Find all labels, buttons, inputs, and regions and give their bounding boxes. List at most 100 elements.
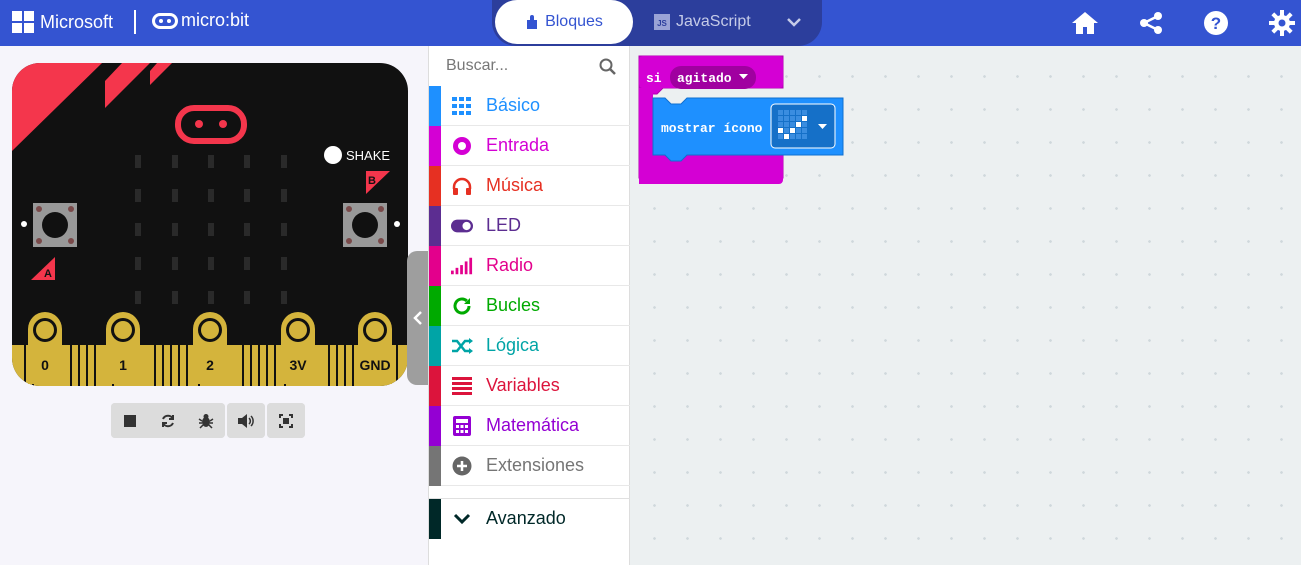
simulator-extra bbox=[227, 403, 265, 438]
category-color-bar bbox=[429, 165, 441, 206]
category-logic[interactable]: Lógica bbox=[429, 325, 630, 366]
category-label: Lógica bbox=[486, 335, 540, 355]
microbit-board[interactable]: 0 1 2 3V GND A B SHAKE bbox=[12, 63, 408, 386]
category-label: Música bbox=[486, 175, 544, 195]
category-color-bar bbox=[429, 125, 441, 166]
share-icon bbox=[1140, 12, 1162, 34]
chevron-down-icon bbox=[787, 18, 801, 27]
collapse-simulator-button[interactable] bbox=[407, 251, 429, 385]
gesture-dropdown[interactable]: agitado bbox=[670, 66, 756, 89]
language-dropdown-button[interactable] bbox=[768, 0, 820, 44]
category-color-bar bbox=[429, 365, 441, 406]
shuffle-icon bbox=[451, 335, 473, 357]
pin-1-label: 1 bbox=[119, 357, 127, 373]
icon-preview-led-grid bbox=[778, 110, 807, 139]
tab-javascript-label: JavaScript bbox=[676, 13, 751, 30]
pin-gnd[interactable]: GND bbox=[358, 312, 392, 384]
home-button[interactable] bbox=[1070, 8, 1100, 38]
chevron-down-icon bbox=[451, 508, 473, 530]
category-basic[interactable]: Básico bbox=[429, 85, 630, 126]
tab-javascript[interactable]: JS JavaScript bbox=[654, 0, 751, 44]
category-color-bar bbox=[429, 205, 441, 246]
microbit-logo[interactable]: micro:bit bbox=[152, 10, 249, 31]
search-input[interactable] bbox=[446, 57, 606, 75]
javascript-icon: JS bbox=[654, 14, 670, 30]
grid-icon bbox=[451, 95, 473, 117]
category-advanced[interactable]: Avanzado bbox=[429, 498, 630, 539]
show-icon-block[interactable]: mostrar ícono bbox=[652, 97, 844, 162]
shake-button[interactable]: SHAKE bbox=[324, 146, 390, 164]
refresh-icon bbox=[162, 414, 174, 427]
category-label: Básico bbox=[486, 95, 541, 115]
show-icon-label: mostrar ícono bbox=[661, 121, 763, 136]
simulator-toolbar bbox=[111, 403, 305, 438]
block-stack: si agitado mostrar ícono bbox=[638, 55, 844, 184]
category-label: LED bbox=[486, 215, 522, 235]
signal-bars-icon bbox=[451, 255, 473, 277]
calculator-icon bbox=[451, 415, 473, 437]
pin-2[interactable]: 2 bbox=[193, 312, 227, 384]
pin-0[interactable]: 0 bbox=[28, 312, 62, 384]
category-label: Entrada bbox=[486, 135, 550, 155]
block-keyword-si: si bbox=[646, 71, 662, 86]
search-icon[interactable] bbox=[599, 58, 616, 75]
button-a-label: A bbox=[44, 268, 52, 280]
circle-dot-icon bbox=[451, 135, 473, 157]
category-input[interactable]: Entrada bbox=[429, 125, 630, 166]
toggle-icon bbox=[451, 215, 473, 237]
microbit-label: micro:bit bbox=[181, 10, 250, 30]
microsoft-label: Microsoft bbox=[40, 11, 114, 32]
microsoft-squares-icon bbox=[12, 11, 34, 33]
pin-3v[interactable]: 3V bbox=[281, 312, 315, 384]
fullscreen-button[interactable] bbox=[267, 403, 305, 438]
stop-button[interactable] bbox=[111, 403, 149, 438]
category-extensions[interactable]: Extensiones bbox=[429, 445, 630, 486]
pin-3v-label: 3V bbox=[289, 357, 307, 373]
share-button[interactable] bbox=[1136, 8, 1166, 38]
gear-icon bbox=[1269, 10, 1295, 36]
top-bar: Microsoft micro:bit Bloques JS JavaScrip… bbox=[0, 0, 1301, 46]
gesture-dropdown-value: agitado bbox=[677, 71, 732, 86]
restart-button[interactable] bbox=[149, 403, 187, 438]
svg-text:?: ? bbox=[1211, 14, 1221, 33]
simulator-fullscreen bbox=[267, 403, 305, 438]
category-led[interactable]: LED bbox=[429, 205, 630, 246]
category-label: Radio bbox=[486, 255, 534, 275]
list-lines-icon bbox=[451, 375, 473, 397]
category-loops[interactable]: Bucles bbox=[429, 285, 630, 326]
editor-toggle: Bloques JS JavaScript bbox=[492, 0, 822, 46]
category-label: Extensiones bbox=[486, 455, 585, 475]
category-music[interactable]: Música bbox=[429, 165, 630, 206]
microbit-glyph-icon bbox=[152, 12, 178, 29]
pin-0-label: 0 bbox=[41, 357, 49, 373]
blocks-workspace[interactable]: si agitado mostrar ícono bbox=[630, 46, 1301, 565]
mute-button[interactable] bbox=[227, 403, 265, 438]
puzzle-icon bbox=[527, 15, 538, 29]
tab-blocks[interactable]: Bloques bbox=[495, 0, 633, 44]
chevron-left-icon bbox=[413, 311, 422, 325]
category-radio[interactable]: Radio bbox=[429, 245, 630, 286]
button-b-label: B bbox=[368, 175, 376, 187]
pin-1[interactable]: 1 bbox=[106, 312, 140, 384]
icon-picker[interactable] bbox=[770, 103, 836, 149]
category-color-bar bbox=[429, 325, 441, 366]
settings-button[interactable] bbox=[1267, 8, 1297, 38]
category-math[interactable]: Matemática bbox=[429, 405, 630, 446]
pin-gnd-label: GND bbox=[359, 357, 390, 373]
plus-circle-icon bbox=[451, 455, 473, 477]
help-button[interactable]: ? bbox=[1201, 8, 1231, 38]
category-color-bar bbox=[429, 285, 441, 326]
category-color-bar bbox=[429, 498, 441, 539]
microsoft-logo[interactable]: Microsoft bbox=[12, 11, 113, 33]
toolbox-search bbox=[429, 46, 630, 86]
category-label: Bucles bbox=[486, 295, 541, 315]
tab-blocks-label: Bloques bbox=[545, 13, 603, 30]
volume-icon bbox=[238, 413, 254, 428]
bug-icon bbox=[198, 413, 214, 429]
category-color-bar bbox=[429, 445, 441, 486]
logo-divider bbox=[134, 10, 136, 34]
home-icon bbox=[1072, 12, 1098, 34]
debug-button[interactable] bbox=[187, 403, 225, 438]
simulator-controls bbox=[111, 403, 225, 438]
category-variables[interactable]: Variables bbox=[429, 365, 630, 406]
